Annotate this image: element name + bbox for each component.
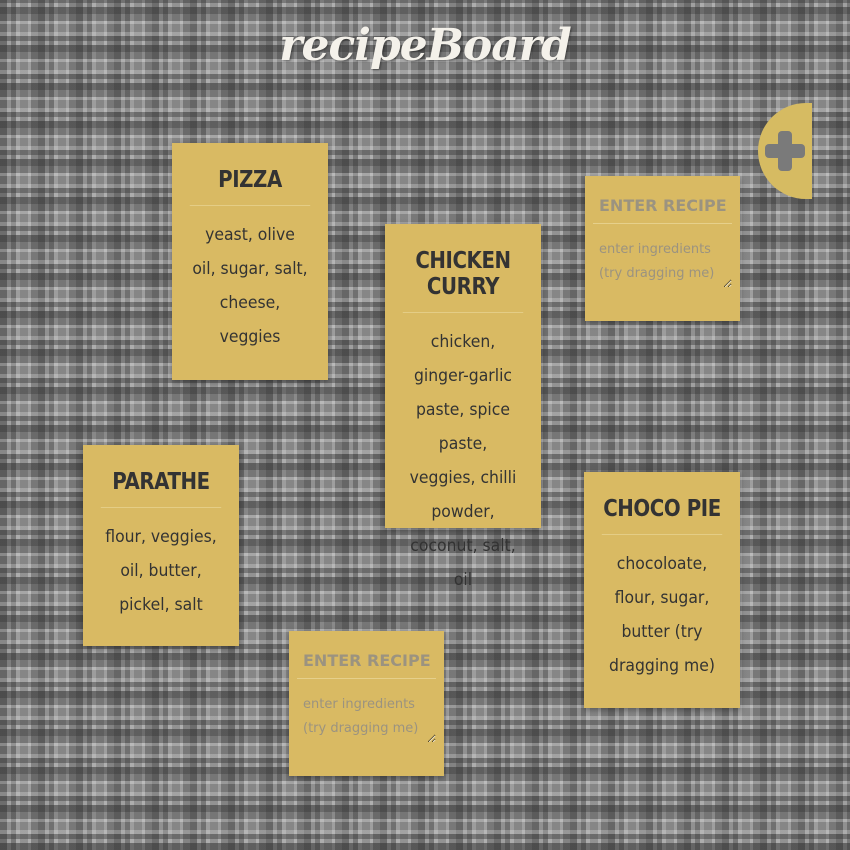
- recipe-name[interactable]: CHICKEN CURRY: [402, 234, 524, 313]
- recipe-card-pizza[interactable]: PIZZA yeast, olive oil, sugar, salt, che…: [172, 143, 328, 380]
- recipe-ingredients[interactable]: yeast, olive oil, sugar, salt, cheese, v…: [178, 206, 322, 366]
- recipe-card-choco-pie[interactable]: CHOCO PIE chocoloate, flour, sugar, butt…: [584, 472, 740, 708]
- add-recipe-button[interactable]: [758, 103, 812, 199]
- ingredients-input[interactable]: [593, 234, 732, 288]
- ingredients-input[interactable]: [297, 689, 436, 743]
- recipe-card-chicken-curry[interactable]: CHICKEN CURRY chicken, ginger-garlic pas…: [385, 224, 541, 590]
- new-recipe-card[interactable]: [585, 176, 740, 321]
- recipe-name-input[interactable]: [593, 190, 732, 224]
- recipe-ingredients[interactable]: flour, veggies, oil, butter, pickel, sal…: [89, 508, 233, 634]
- recipe-name-input[interactable]: [297, 645, 436, 679]
- recipe-card-parathe[interactable]: PARATHE flour, veggies, oil, butter, pic…: [83, 445, 239, 646]
- recipe-name[interactable]: CHOCO PIE: [601, 482, 723, 535]
- recipe-ingredients[interactable]: chocoloate, flour, sugar, butter (try dr…: [590, 535, 734, 695]
- app-title: recipeBoard: [279, 20, 571, 71]
- recipe-name[interactable]: PIZZA: [189, 153, 311, 206]
- recipe-ingredients[interactable]: chicken, ginger-garlic paste, spice past…: [391, 313, 535, 609]
- recipe-name[interactable]: PARATHE: [100, 455, 222, 508]
- new-recipe-card[interactable]: [289, 631, 444, 776]
